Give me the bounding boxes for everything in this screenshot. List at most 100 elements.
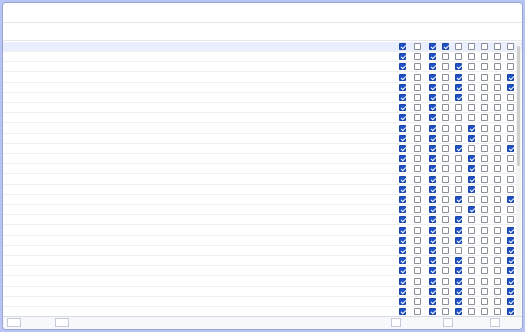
row-checkbox-1[interactable]	[399, 247, 406, 254]
row-checkbox-8[interactable]	[494, 257, 501, 265]
row-checkbox-4[interactable]	[442, 206, 449, 214]
row-checkbox-3[interactable]	[429, 277, 436, 285]
row-checkbox-1[interactable]	[399, 124, 406, 132]
row-checkbox-5[interactable]	[455, 298, 462, 305]
row-checkbox-5[interactable]	[455, 94, 462, 101]
row-checkbox-3[interactable]	[429, 43, 436, 50]
row-checkbox-9[interactable]	[507, 257, 514, 265]
row-checkbox-2[interactable]	[414, 145, 421, 152]
row-checkbox-9[interactable]	[507, 175, 514, 183]
table-row[interactable]	[3, 164, 522, 175]
row-checkbox-8[interactable]	[494, 155, 501, 163]
row-checkbox-1[interactable]	[399, 134, 406, 142]
row-checkbox-1[interactable]	[399, 226, 406, 234]
table-row[interactable]	[3, 226, 522, 236]
row-checkbox-5[interactable]	[455, 155, 462, 163]
row-checkbox-4[interactable]	[442, 83, 449, 91]
row-checkbox-7[interactable]	[481, 165, 488, 173]
row-checkbox-1[interactable]	[399, 277, 406, 285]
row-checkbox-5[interactable]	[455, 185, 462, 193]
row-checkbox-6[interactable]	[468, 175, 475, 183]
row-checkbox-7[interactable]	[481, 257, 488, 265]
row-checkbox-2[interactable]	[414, 236, 421, 244]
row-checkbox-2[interactable]	[414, 308, 421, 316]
row-checkbox-1[interactable]	[399, 155, 406, 163]
table-row[interactable]	[3, 93, 522, 103]
row-checkbox-3[interactable]	[429, 216, 436, 224]
row-checkbox-6[interactable]	[468, 114, 475, 122]
footer-button-3[interactable]	[490, 318, 500, 327]
row-checkbox-9[interactable]	[507, 236, 514, 244]
row-checkbox-5[interactable]	[455, 83, 462, 91]
row-checkbox-9[interactable]	[507, 134, 514, 142]
row-checkbox-1[interactable]	[399, 53, 406, 61]
row-checkbox-5[interactable]	[455, 216, 462, 224]
row-checkbox-8[interactable]	[494, 175, 501, 183]
row-checkbox-8[interactable]	[494, 247, 501, 254]
row-checkbox-2[interactable]	[414, 257, 421, 265]
table-row[interactable]	[3, 83, 522, 93]
row-checkbox-9[interactable]	[507, 43, 514, 50]
row-checkbox-4[interactable]	[442, 155, 449, 163]
row-checkbox-2[interactable]	[414, 277, 421, 285]
row-checkbox-7[interactable]	[481, 124, 488, 132]
row-checkbox-3[interactable]	[429, 83, 436, 91]
table-row[interactable]	[3, 144, 522, 154]
row-checkbox-6[interactable]	[468, 236, 475, 244]
row-checkbox-8[interactable]	[494, 226, 501, 234]
row-checkbox-1[interactable]	[399, 267, 406, 275]
row-checkbox-4[interactable]	[442, 94, 449, 101]
row-checkbox-7[interactable]	[481, 94, 488, 101]
row-checkbox-5[interactable]	[455, 206, 462, 214]
row-checkbox-5[interactable]	[455, 308, 462, 316]
row-checkbox-9[interactable]	[507, 185, 514, 193]
row-checkbox-3[interactable]	[429, 63, 436, 71]
row-checkbox-3[interactable]	[429, 145, 436, 152]
row-checkbox-3[interactable]	[429, 257, 436, 265]
row-checkbox-9[interactable]	[507, 53, 514, 61]
row-checkbox-2[interactable]	[414, 124, 421, 132]
scrollbar-thumb[interactable]	[517, 46, 520, 166]
table-row[interactable]	[3, 134, 522, 144]
row-checkbox-6[interactable]	[468, 83, 475, 91]
row-checkbox-6[interactable]	[468, 277, 475, 285]
row-checkbox-7[interactable]	[481, 287, 488, 295]
table-row[interactable]	[3, 73, 522, 83]
row-checkbox-4[interactable]	[442, 196, 449, 203]
table-row[interactable]	[3, 266, 522, 277]
row-checkbox-5[interactable]	[455, 134, 462, 142]
row-checkbox-7[interactable]	[481, 216, 488, 224]
row-checkbox-7[interactable]	[481, 267, 488, 275]
row-checkbox-4[interactable]	[442, 236, 449, 244]
row-checkbox-2[interactable]	[414, 43, 421, 50]
row-checkbox-1[interactable]	[399, 165, 406, 173]
row-checkbox-7[interactable]	[481, 104, 488, 112]
row-checkbox-1[interactable]	[399, 43, 406, 50]
row-checkbox-3[interactable]	[429, 175, 436, 183]
row-checkbox-6[interactable]	[468, 124, 475, 132]
footer-button-1[interactable]	[391, 318, 401, 327]
row-checkbox-6[interactable]	[468, 267, 475, 275]
row-checkbox-1[interactable]	[399, 206, 406, 214]
row-checkbox-9[interactable]	[507, 124, 514, 132]
row-checkbox-4[interactable]	[442, 247, 449, 254]
row-checkbox-8[interactable]	[494, 216, 501, 224]
row-checkbox-9[interactable]	[507, 83, 514, 91]
row-checkbox-5[interactable]	[455, 43, 462, 50]
row-checkbox-6[interactable]	[468, 185, 475, 193]
row-checkbox-7[interactable]	[481, 298, 488, 305]
row-checkbox-9[interactable]	[507, 308, 514, 316]
row-checkbox-6[interactable]	[468, 226, 475, 234]
table-row[interactable]	[3, 154, 522, 165]
row-checkbox-4[interactable]	[442, 63, 449, 71]
row-checkbox-9[interactable]	[507, 206, 514, 214]
row-checkbox-6[interactable]	[468, 104, 475, 112]
row-checkbox-9[interactable]	[507, 145, 514, 152]
row-checkbox-7[interactable]	[481, 206, 488, 214]
row-checkbox-6[interactable]	[468, 145, 475, 152]
row-checkbox-5[interactable]	[455, 247, 462, 254]
row-checkbox-4[interactable]	[442, 145, 449, 152]
row-checkbox-3[interactable]	[429, 73, 436, 81]
row-checkbox-3[interactable]	[429, 298, 436, 305]
row-checkbox-9[interactable]	[507, 104, 514, 112]
